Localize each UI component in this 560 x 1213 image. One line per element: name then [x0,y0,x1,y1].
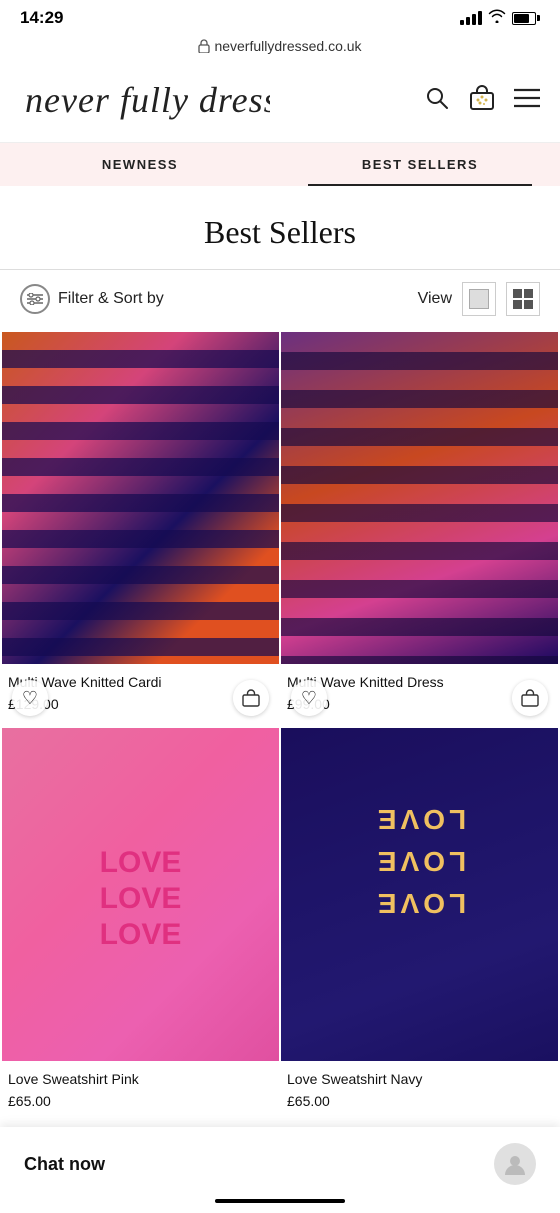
browser-bar: neverfullydressed.co.uk [0,32,560,60]
header-icons [424,84,540,119]
chat-bar[interactable]: Chat now [0,1127,560,1213]
product-image-1 [2,332,279,664]
four-grid-icon [513,289,533,309]
site-header: never fully dressed [0,60,560,142]
nav-tabs: NEWNESS BEST SELLERS [0,142,560,186]
product-name-4: Love Sweatshirt Navy [287,1071,552,1087]
filter-icon [20,284,50,314]
page-title-section: Best Sellers [0,186,560,269]
filter-label: Filter & Sort by [58,290,164,308]
product-price-4: £65.00 [287,1093,552,1109]
signal-icon [460,11,482,25]
add-to-bag-button-1[interactable] [233,680,269,716]
product-grid: ♡ Multi Wave Knitted Cardi £129.00 ♡ [0,332,560,1123]
view-label: View [418,290,452,308]
menu-icon[interactable] [514,87,540,116]
view-four-button[interactable] [506,282,540,316]
single-grid-icon [469,289,489,309]
svg-text:never fully dressed: never fully dressed [25,80,270,120]
status-icons [460,9,540,28]
product-card-3[interactable]: LOVELOVELOVE Love Sweatshirt Pink £65.00 [2,728,279,1122]
site-logo: never fully dressed [20,72,270,130]
product-name-3: Love Sweatshirt Pink [8,1071,273,1087]
status-bar: 14:29 [0,0,560,32]
lock-icon [198,39,210,53]
filter-bar: Filter & Sort by View [0,269,560,332]
product-image-2 [281,332,558,664]
product-image-3: LOVELOVELOVE [2,728,279,1060]
wishlist-button-1[interactable]: ♡ [12,680,48,716]
tab-newness[interactable]: NEWNESS [0,143,280,186]
product-card-2[interactable]: ♡ Multi Wave Knitted Dress £99.00 [281,332,558,726]
home-indicator [215,1199,345,1203]
wishlist-button-2[interactable]: ♡ [291,680,327,716]
product-actions-1: ♡ [2,680,279,716]
product-card-4[interactable]: Love Sweatshirt Navy £65.00 [281,728,558,1122]
battery-icon [512,12,540,25]
filter-sort-button[interactable]: Filter & Sort by [20,284,164,314]
product-price-3: £65.00 [8,1093,273,1109]
browser-url: neverfullydressed.co.uk [198,38,361,54]
product-image-4 [281,728,558,1060]
chat-avatar [494,1143,536,1185]
search-icon[interactable] [424,85,450,118]
page-title: Best Sellers [20,214,540,251]
wifi-icon [488,9,506,28]
product-card-1[interactable]: ♡ Multi Wave Knitted Cardi £129.00 [2,332,279,726]
status-time: 14:29 [20,8,63,28]
view-controls: View [418,282,540,316]
add-to-bag-button-2[interactable] [512,680,548,716]
product-info-3: Love Sweatshirt Pink £65.00 [2,1061,279,1123]
product-actions-2: ♡ [281,680,558,716]
view-single-button[interactable] [462,282,496,316]
product-info-4: Love Sweatshirt Navy £65.00 [281,1061,558,1123]
tab-bestsellers[interactable]: BEST SELLERS [280,143,560,186]
bag-icon[interactable] [468,84,496,119]
logo-svg: never fully dressed [20,72,270,122]
chat-now-text: Chat now [24,1154,105,1175]
